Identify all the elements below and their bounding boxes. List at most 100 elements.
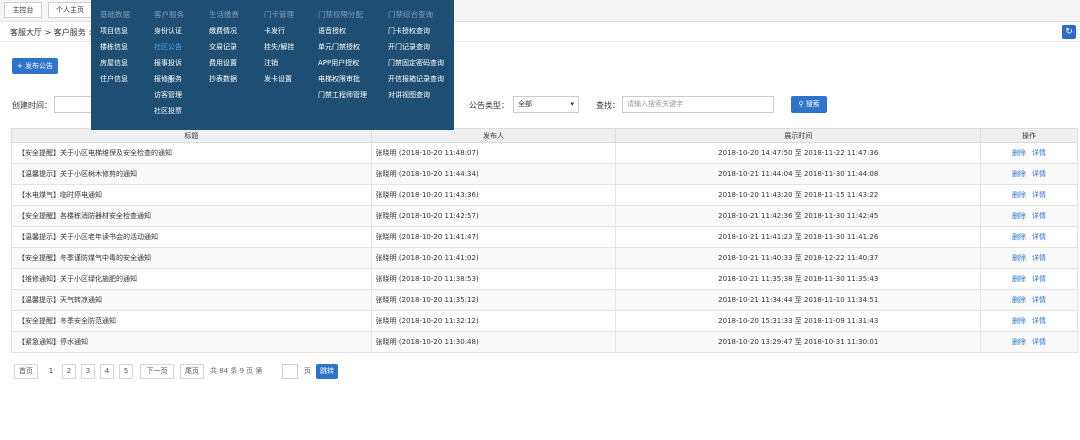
page-3-button[interactable]: 3 xyxy=(81,364,95,379)
delete-link[interactable]: 删除 xyxy=(1012,317,1026,325)
detail-link[interactable]: 详情 xyxy=(1032,254,1046,262)
delete-link[interactable]: 删除 xyxy=(1012,191,1026,199)
delete-link[interactable]: 删除 xyxy=(1012,338,1026,346)
page-first-button[interactable]: 首页 xyxy=(14,364,38,379)
announcement-type-label: 公告类型： xyxy=(469,101,509,110)
refresh-button[interactable]: ↻ xyxy=(1062,25,1076,39)
search-input[interactable]: 请输入搜索关键字 xyxy=(622,96,774,113)
page-2-button[interactable]: 2 xyxy=(62,364,76,379)
search-icon: ⚲ xyxy=(798,100,804,108)
menu-item-card-issue[interactable]: 卡发行 xyxy=(264,26,285,36)
menu-item-app-user-auth[interactable]: APP用户授权 xyxy=(318,58,359,68)
page-5-button[interactable]: 5 xyxy=(119,364,133,379)
row-display-time: 2018-10-20 15:31:33 至 2018-11-09 11:31:4… xyxy=(615,310,982,332)
row-publisher: 张晓明 (2018-10-20 11:35:12) xyxy=(370,289,617,311)
search-placeholder: 请输入搜索关键字 xyxy=(627,100,683,108)
plus-icon: + xyxy=(16,62,23,70)
menu-item-fixed-password-query[interactable]: 门禁固定密码查询 xyxy=(388,58,444,68)
row-publisher: 张晓明 (2018-10-20 11:44:34) xyxy=(370,163,617,185)
row-actions: 删除 详情 xyxy=(980,226,1078,248)
row-title: 【安全提醒】各楼栋消防器材安全检查通知 xyxy=(11,205,372,227)
row-actions: 删除 详情 xyxy=(980,184,1078,206)
menu-item-voice-auth[interactable]: 语音授权 xyxy=(318,26,346,36)
table-row: 【安全提醒】冬季安全防范通知 张晓明 (2018-10-20 11:32:12) 2… xyxy=(11,310,1078,332)
menu-head-customer-service[interactable]: 客户服务 xyxy=(154,9,184,20)
menu-head-card-management[interactable]: 门卡管理 xyxy=(264,9,294,20)
menu-item-intercom-view-query[interactable]: 对讲视图查询 xyxy=(388,90,430,100)
menu-item-open-record-query[interactable]: 开门记录查询 xyxy=(388,42,430,52)
chevron-down-icon: ▾ xyxy=(570,100,574,108)
detail-link[interactable]: 详情 xyxy=(1032,317,1046,325)
publish-announcement-button[interactable]: + 发布公告 xyxy=(12,58,58,74)
delete-link[interactable]: 删除 xyxy=(1012,170,1026,178)
row-display-time: 2018-10-21 11:35:38 至 2018-11-30 11:35:4… xyxy=(615,268,982,290)
created-time-input[interactable] xyxy=(54,96,92,113)
menu-item-house-info[interactable]: 房屋信息 xyxy=(100,58,128,68)
menu-item-community-notice[interactable]: 社区公告 xyxy=(154,42,182,52)
row-actions: 删除 详情 xyxy=(980,142,1078,164)
delete-link[interactable]: 删除 xyxy=(1012,254,1026,262)
menu-item-card-cancel[interactable]: 注销 xyxy=(264,58,278,68)
row-display-time: 2018-10-20 13:29:47 至 2018-10-31 11:30:0… xyxy=(615,331,982,353)
detail-link[interactable]: 详情 xyxy=(1032,338,1046,346)
delete-link[interactable]: 删除 xyxy=(1012,212,1026,220)
table-row: 【安全提醒】各楼栋消防器材安全检查通知 张晓明 (2018-10-20 11:42… xyxy=(11,205,1078,227)
menu-head-basic-data[interactable]: 基础数据 xyxy=(100,9,130,20)
row-display-time: 2018-10-20 11:43:20 至 2018-11-15 11:43:2… xyxy=(615,184,982,206)
table-row: 【安全提醒】冬季谨防煤气中毒的安全通知 张晓明 (2018-10-20 11:41… xyxy=(11,247,1078,269)
menu-item-building-info[interactable]: 楼栋信息 xyxy=(100,42,128,52)
page-go-button[interactable]: 跳转 xyxy=(316,364,338,379)
page-unit-label: 页 xyxy=(304,367,311,375)
menu-item-identity-auth[interactable]: 身份认证 xyxy=(154,26,182,36)
menu-item-card-settings[interactable]: 发卡设置 xyxy=(264,74,292,84)
menu-item-project-info[interactable]: 项目信息 xyxy=(100,26,128,36)
row-title: 【紧急通知】停水通知 xyxy=(11,331,372,353)
menu-item-community-vote[interactable]: 社区投票 xyxy=(154,106,182,116)
menu-item-mailbox-record-query[interactable]: 开信报箱记录查询 xyxy=(388,74,444,84)
detail-link[interactable]: 详情 xyxy=(1032,275,1046,283)
row-title: 【安全提醒】关于小区电梯维保及安全检查的通知 xyxy=(11,142,372,164)
menu-item-elevator-approval[interactable]: 电梯权限审批 xyxy=(318,74,360,84)
menu-item-transaction-records[interactable]: 交易记录 xyxy=(209,42,237,52)
table-header-row: 标题 发布人 展示时间 操作 xyxy=(11,128,1078,143)
search-button[interactable]: ⚲ 搜索 xyxy=(791,96,827,113)
menu-item-fee-settings[interactable]: 费用设置 xyxy=(209,58,237,68)
delete-link[interactable]: 删除 xyxy=(1012,296,1026,304)
menu-item-card-auth-query[interactable]: 门卡授权查询 xyxy=(388,26,430,36)
page-next-button[interactable]: 下一页 xyxy=(140,364,174,379)
detail-link[interactable]: 详情 xyxy=(1032,170,1046,178)
menu-item-visitor-management[interactable]: 访客管理 xyxy=(154,90,182,100)
detail-link[interactable]: 详情 xyxy=(1032,296,1046,304)
page-4-button[interactable]: 4 xyxy=(100,364,114,379)
row-display-time: 2018-10-21 11:41:23 至 2018-11-30 11:41:2… xyxy=(615,226,982,248)
detail-link[interactable]: 详情 xyxy=(1032,149,1046,157)
menu-item-meter-data[interactable]: 抄表数据 xyxy=(209,74,237,84)
menu-item-unit-door-auth[interactable]: 单元门禁授权 xyxy=(318,42,360,52)
menu-head-living-payment[interactable]: 生活缴费 xyxy=(209,9,239,20)
delete-link[interactable]: 删除 xyxy=(1012,149,1026,157)
page-1-button[interactable]: 1 xyxy=(44,364,58,379)
table-row: 【安全提醒】关于小区电梯维保及安全检查的通知 张晓明 (2018-10-20 11… xyxy=(11,142,1078,164)
table-row: 【温馨提示】关于小区树木修剪的通知 张晓明 (2018-10-20 11:44:3… xyxy=(11,163,1078,185)
menu-head-access-query[interactable]: 门禁综合查询 xyxy=(388,9,433,20)
menu-item-resident-info[interactable]: 住户信息 xyxy=(100,74,128,84)
page-number-input[interactable] xyxy=(282,364,298,379)
menu-item-report-loss[interactable]: 挂失/解挂 xyxy=(264,42,294,52)
delete-link[interactable]: 删除 xyxy=(1012,233,1026,241)
tab-personal-home[interactable]: 个人主页 xyxy=(48,2,92,18)
menu-item-payment-status[interactable]: 缴费情况 xyxy=(209,26,237,36)
row-display-time: 2018-10-21 11:40:33 至 2018-12-22 11:40:3… xyxy=(615,247,982,269)
detail-link[interactable]: 详情 xyxy=(1032,212,1046,220)
tab-dashboard[interactable]: 主控台 xyxy=(4,2,42,18)
row-actions: 删除 详情 xyxy=(980,163,1078,185)
announcement-type-select[interactable]: 全部 ▾ xyxy=(513,96,579,113)
menu-item-engineer-management[interactable]: 门禁工程师管理 xyxy=(318,90,367,100)
row-display-time: 2018-10-21 11:42:36 至 2018-11-30 11:42:4… xyxy=(615,205,982,227)
detail-link[interactable]: 详情 xyxy=(1032,191,1046,199)
page-last-button[interactable]: 尾页 xyxy=(180,364,204,379)
delete-link[interactable]: 删除 xyxy=(1012,275,1026,283)
menu-item-complaints[interactable]: 报事投诉 xyxy=(154,58,182,68)
header-publisher: 发布人 xyxy=(370,128,617,143)
detail-link[interactable]: 详情 xyxy=(1032,233,1046,241)
menu-head-access-permission[interactable]: 门禁权限分配 xyxy=(318,9,363,20)
